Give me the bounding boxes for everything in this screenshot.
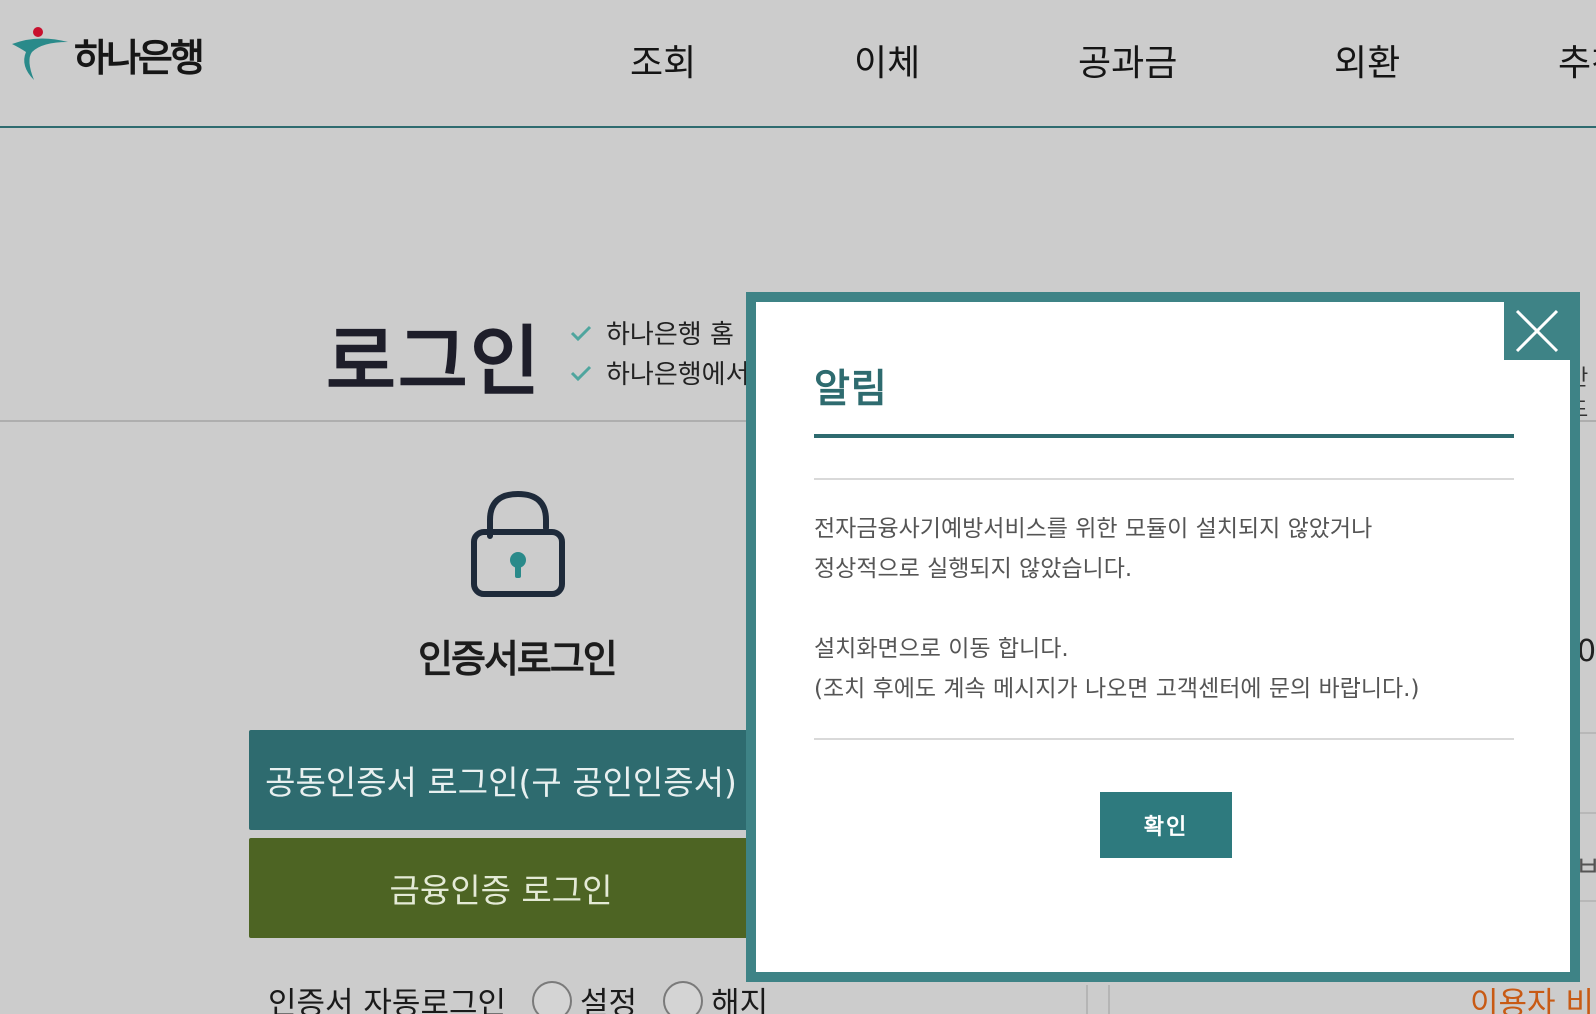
alert-modal: 알림 전자금융사기예방서비스를 위한 모듈이 설치되지 않았거나 정상적으로 실… [746, 292, 1580, 982]
user-link-fragment[interactable]: 이용자 비 [1470, 978, 1594, 1014]
modal-message-line: 전자금융사기예방서비스를 위한 모듈이 설치되지 않았거나 [814, 516, 1373, 542]
check-icon [570, 325, 592, 341]
top-header: 하나은행 조회 이체 공과금 외환 추천 [0, 0, 1596, 128]
hana-bank-logo[interactable]: 하나은행 [8, 22, 205, 86]
panel-divider [1086, 985, 1088, 1014]
notice-line-2: 하나은행에서 [570, 354, 750, 391]
right-input-border [1578, 732, 1596, 734]
lock-icon [471, 490, 565, 597]
nav-utility-bills[interactable]: 공과금 [1078, 34, 1177, 86]
check-icon [570, 365, 592, 381]
modal-title-rule [814, 434, 1514, 438]
right-input-border [1578, 812, 1596, 814]
panel-divider [1108, 985, 1110, 1014]
notice-text-1: 하나은행 홈 [606, 320, 734, 350]
modal-divider [814, 478, 1514, 480]
modal-message-line: 정상적으로 실행되지 않았습니다. [814, 556, 1133, 582]
page-title: 로그인 [326, 317, 542, 406]
notice-line-1: 하나은행 홈 [570, 314, 734, 351]
logo-text: 하나은행 [74, 35, 205, 80]
cert-login-title: 인증서로그인 [418, 637, 618, 681]
joint-certificate-login-button[interactable]: 공동인증서 로그인(구 공인인증서) [249, 730, 753, 830]
modal-confirm-button[interactable]: 확인 [1100, 792, 1232, 858]
hana-logo-icon [12, 27, 68, 80]
notice-text-2: 하나은행에서 [606, 360, 750, 390]
alert-modal-body: 알림 전자금융사기예방서비스를 위한 모듈이 설치되지 않았거나 정상적으로 실… [756, 302, 1570, 972]
nav-transfer[interactable]: 이체 [854, 34, 920, 86]
financial-certificate-login-button[interactable]: 금융인증 로그인 [249, 838, 753, 938]
nav-inquiry[interactable]: 조회 [630, 34, 696, 86]
auto-login-set-radio[interactable] [532, 980, 573, 1014]
close-icon [1515, 309, 1559, 353]
auto-login-row: 인증서 자동로그인 설정 해지 [268, 978, 768, 1014]
nav-recommend[interactable]: 추천 [1558, 34, 1596, 86]
modal-message-line: 설치화면으로 이동 합니다. [814, 636, 1069, 662]
right-input-border [1578, 900, 1596, 902]
modal-message-line: (조치 후에도 계속 메시지가 나오면 고객센터에 문의 바랍니다.) [814, 676, 1420, 702]
auto-login-set-label: 설정 [580, 986, 638, 1014]
auto-login-cancel-label: 해지 [711, 986, 769, 1014]
nav-foreign-exchange[interactable]: 외환 [1334, 34, 1400, 86]
auto-login-label: 인증서 자동로그인 [268, 986, 507, 1014]
modal-divider [814, 738, 1514, 740]
auto-login-cancel-radio[interactable] [663, 980, 704, 1014]
modal-title: 알림 [814, 367, 888, 412]
modal-close-button[interactable] [1504, 302, 1570, 360]
